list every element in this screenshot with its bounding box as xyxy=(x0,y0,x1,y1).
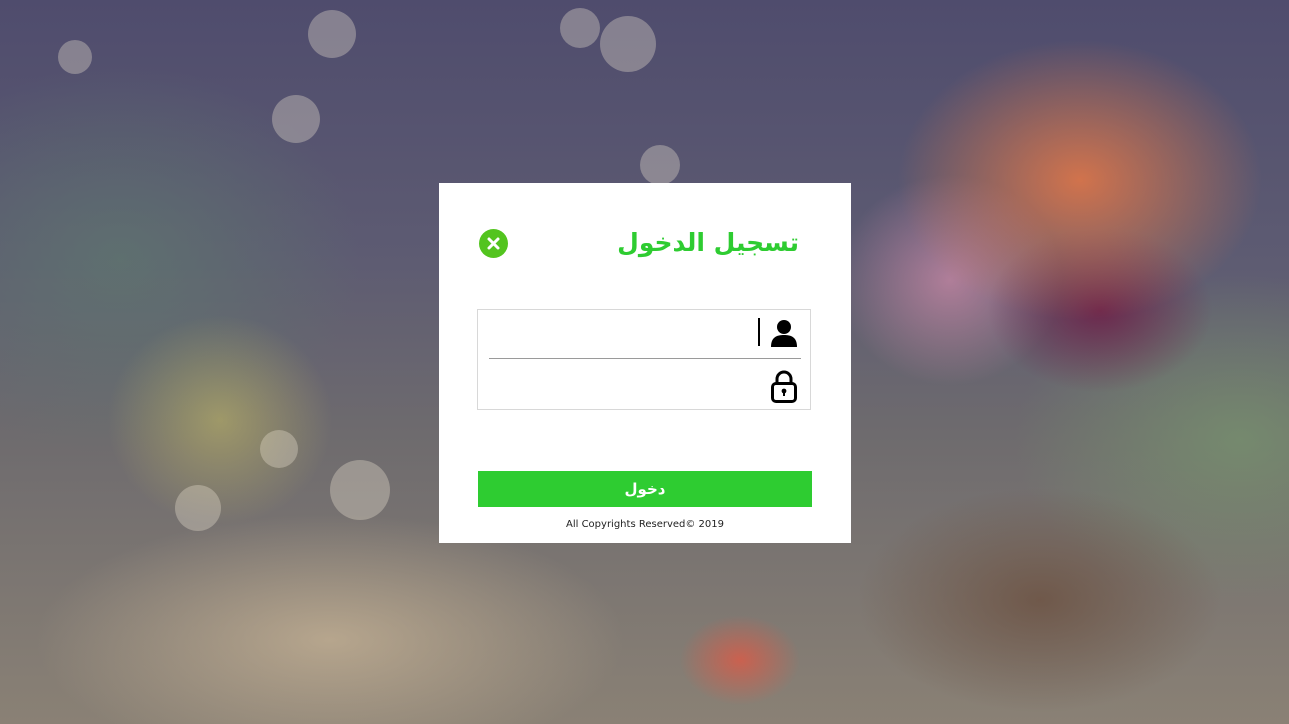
text-caret xyxy=(758,318,760,346)
close-icon xyxy=(487,237,500,250)
login-fields xyxy=(477,309,811,410)
username-row xyxy=(489,310,801,359)
user-icon xyxy=(769,316,799,352)
login-dialog: تسجيل الدخول دخول All Copyrights Reserve… xyxy=(439,183,851,543)
password-input[interactable] xyxy=(489,360,749,409)
copyright-text: All Copyrights Reserved© 2019 xyxy=(566,519,724,530)
lock-icon xyxy=(769,368,799,404)
login-submit-button[interactable]: دخول xyxy=(478,471,812,507)
username-input[interactable] xyxy=(489,310,749,358)
close-button[interactable] xyxy=(479,229,508,258)
login-title: تسجيل الدخول xyxy=(617,228,799,257)
password-row xyxy=(489,360,801,409)
